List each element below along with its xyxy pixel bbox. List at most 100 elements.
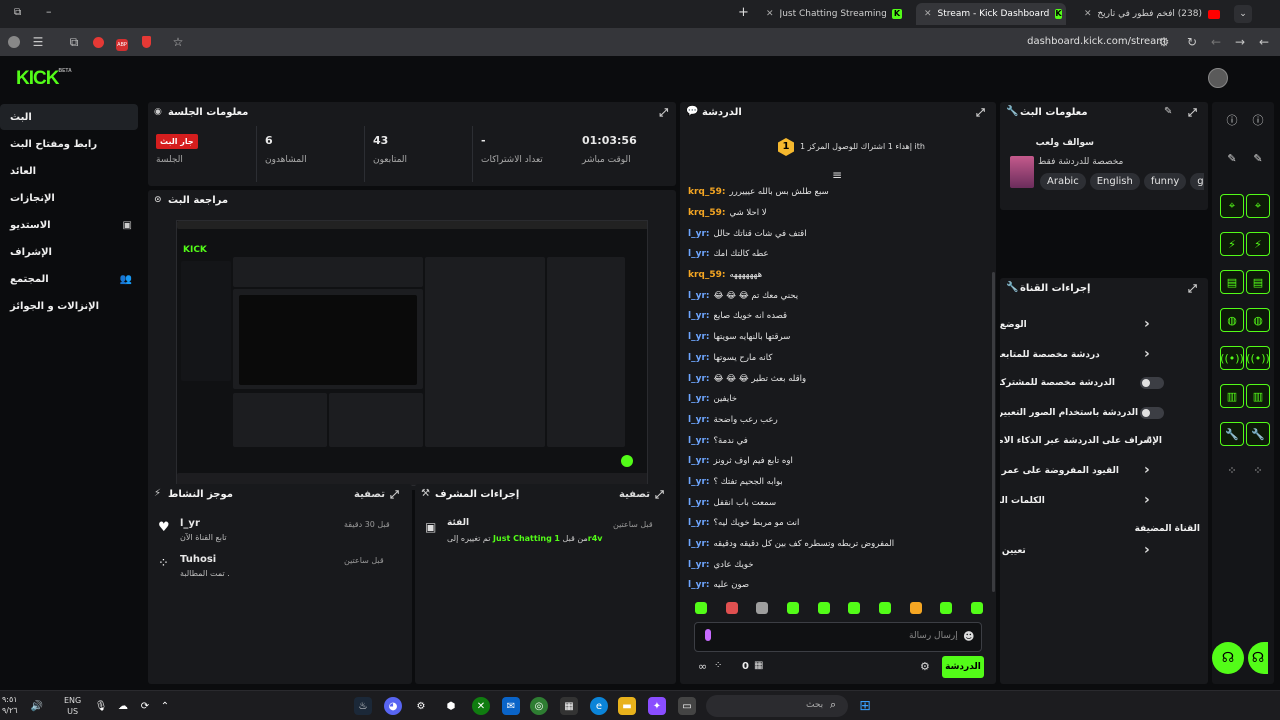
bolt-icon[interactable]: ⚡	[1220, 232, 1244, 256]
chat-username[interactable]: l_yr:	[688, 580, 710, 590]
mail-icon[interactable]: ✉	[502, 697, 520, 715]
close-icon[interactable]: ✕	[1084, 9, 1092, 19]
document-icon[interactable]: ▤	[1246, 270, 1270, 294]
close-icon[interactable]: ✕	[924, 9, 932, 19]
chat-username[interactable]: l_yr:	[688, 477, 710, 487]
channel-action-item[interactable]: الدردشة مخصصة للمشتركين فقط	[1000, 370, 1200, 396]
chat-username[interactable]: krq_59:	[688, 208, 726, 218]
avatar[interactable]	[1208, 68, 1228, 88]
store-icon[interactable]: ▦	[754, 660, 763, 671]
copilot-icon[interactable]: ✦	[648, 697, 666, 715]
minimize-icon[interactable]: –	[46, 5, 52, 18]
chat-username[interactable]: l_yr:	[688, 436, 710, 446]
speaker-icon[interactable]: 🔊	[28, 697, 46, 715]
chat-username[interactable]: l_yr:	[688, 291, 710, 301]
mic-icon[interactable]	[705, 629, 711, 641]
expand-icon[interactable]: ⤢	[1188, 106, 1197, 120]
channel-action-item[interactable]: تعيين الأهداف ›	[1000, 538, 1200, 564]
new-tab-icon[interactable]: +	[738, 5, 749, 20]
chat-input[interactable]: ☻ إرسال رسالة	[694, 622, 982, 652]
tag[interactable]: English	[1089, 173, 1140, 190]
edit-icon[interactable]: ✎	[1220, 146, 1244, 170]
scrollbar[interactable]	[992, 272, 995, 592]
emote-icon[interactable]	[695, 602, 707, 614]
emote-icon[interactable]	[848, 602, 861, 614]
chat-username[interactable]: l_yr:	[688, 498, 710, 508]
emote-icon[interactable]	[970, 602, 983, 614]
chat-bubble-icon[interactable]: ◍	[1246, 308, 1270, 332]
info-icon[interactable]: ⓘ	[1220, 108, 1244, 132]
channel-action-item[interactable]: الكلمات المحظورة ›	[1000, 488, 1200, 514]
emote-icon[interactable]	[878, 602, 891, 614]
extensions-icon[interactable]: ⧉	[66, 34, 82, 50]
game-icon[interactable]: ⬢	[442, 697, 460, 715]
start-icon[interactable]: ⊞	[856, 697, 874, 715]
mic-icon[interactable]: 🎙	[92, 697, 110, 715]
filter-button[interactable]: تصفية	[619, 489, 650, 500]
extension-red-icon[interactable]	[90, 34, 106, 50]
broadcast-icon[interactable]: ((•))	[1220, 346, 1244, 370]
expand-icon[interactable]: ⤢	[655, 488, 664, 502]
back-icon[interactable]: ←	[1208, 34, 1224, 50]
info-icon[interactable]: ⓘ	[1246, 108, 1270, 132]
channel-action-item[interactable]: الدردشة باستخدام الصور التعبيرية فقط	[1000, 400, 1200, 426]
kick-logo[interactable]: KICKBETA	[16, 68, 72, 90]
sync-icon[interactable]: ⟳	[136, 697, 154, 715]
chat-username[interactable]: krq_59:	[688, 270, 726, 280]
sidebar-item-achievements[interactable]: الإنجازات	[0, 185, 138, 211]
url-field[interactable]: dashboard.kick.com/stream	[1027, 34, 1166, 50]
channel-action-item[interactable]: دردشة مخصصة للمتابعين فقط ›	[1000, 342, 1200, 368]
wrench-icon[interactable]: 🔧	[1246, 422, 1270, 446]
emote-icon[interactable]	[940, 602, 953, 614]
layout-icon[interactable]: ▥	[1220, 384, 1244, 408]
site-settings-icon[interactable]: ⚙	[1156, 34, 1172, 50]
language-indicator[interactable]: ENG US	[64, 695, 81, 717]
help-fab-icon[interactable]: ☊	[1212, 642, 1244, 674]
help-fab-icon[interactable]: ☊	[1248, 642, 1268, 674]
cloud-icon[interactable]: ☁	[114, 697, 132, 715]
chat-username[interactable]: l_yr:	[688, 353, 710, 363]
extension-shield-icon[interactable]	[138, 34, 154, 50]
emote-icon[interactable]	[725, 602, 738, 614]
tab-search-icon[interactable]: ⌄	[1234, 5, 1252, 23]
broadcast-icon[interactable]: ((•))	[1246, 346, 1270, 370]
wrench-icon[interactable]: 🔧	[1220, 422, 1244, 446]
emoji-picker-icon[interactable]: ☻	[963, 630, 974, 643]
chat-username[interactable]: l_yr:	[688, 539, 710, 549]
sidebar-item-community[interactable]: المجتمع 👥	[0, 266, 138, 292]
taskbar-search[interactable]: بحث ⌕	[706, 695, 848, 717]
chat-username[interactable]: l_yr:	[688, 311, 710, 321]
reload-icon[interactable]: ↻	[1184, 34, 1200, 50]
chat-username[interactable]: l_yr:	[688, 229, 710, 239]
pinned-icon[interactable]: ≡	[832, 168, 842, 182]
chat-settings-icon[interactable]: ⚙	[920, 660, 930, 673]
sidebar-item-stream-key[interactable]: رابط ومفتاح البث	[0, 131, 138, 157]
expand-icon[interactable]: ⤢	[390, 488, 399, 502]
profile-icon[interactable]	[6, 34, 22, 50]
channel-action-item[interactable]: الوضع البطيء ›	[1000, 312, 1200, 338]
adblock-icon[interactable]: ABP	[114, 34, 130, 51]
tag[interactable]: Arabic	[1040, 173, 1086, 190]
document-icon[interactable]: ▤	[1220, 270, 1244, 294]
tab-actions-icon[interactable]: ⧉	[14, 7, 21, 18]
edge-icon[interactable]: e	[590, 697, 608, 715]
edit-icon[interactable]: ✎	[1246, 146, 1270, 170]
screenshot-icon[interactable]: ⌖	[1246, 194, 1270, 218]
expand-icon[interactable]: ⤢	[1188, 282, 1197, 296]
sidebar-item-studio[interactable]: الاستديو ▣	[0, 212, 138, 238]
emote-icon[interactable]	[909, 602, 922, 614]
layout-icon[interactable]: ▥	[1246, 384, 1270, 408]
chrome-icon[interactable]: ◎	[530, 697, 548, 715]
expand-icon[interactable]: ⤢	[976, 106, 985, 120]
close-icon[interactable]: ✕	[766, 9, 774, 19]
tag[interactable]: funny	[1143, 173, 1187, 190]
chat-bubble-icon[interactable]: ◍	[1220, 308, 1244, 332]
expand-icon[interactable]: ⤢	[659, 106, 668, 120]
tray-arrow-icon[interactable]: ⌃	[156, 697, 174, 715]
sidebar-item-drops[interactable]: الإنزالات و الجوائز	[0, 293, 138, 319]
tab-youtube[interactable]: ✕ (238) أفخم فطور في تاريخ قصر با	[1076, 3, 1228, 25]
chat-username[interactable]: l_yr:	[688, 249, 710, 259]
sidebar-item-stream[interactable]: البث	[0, 104, 138, 130]
steam-icon[interactable]: ♨	[354, 697, 372, 715]
chat-username[interactable]: l_yr:	[688, 415, 710, 425]
